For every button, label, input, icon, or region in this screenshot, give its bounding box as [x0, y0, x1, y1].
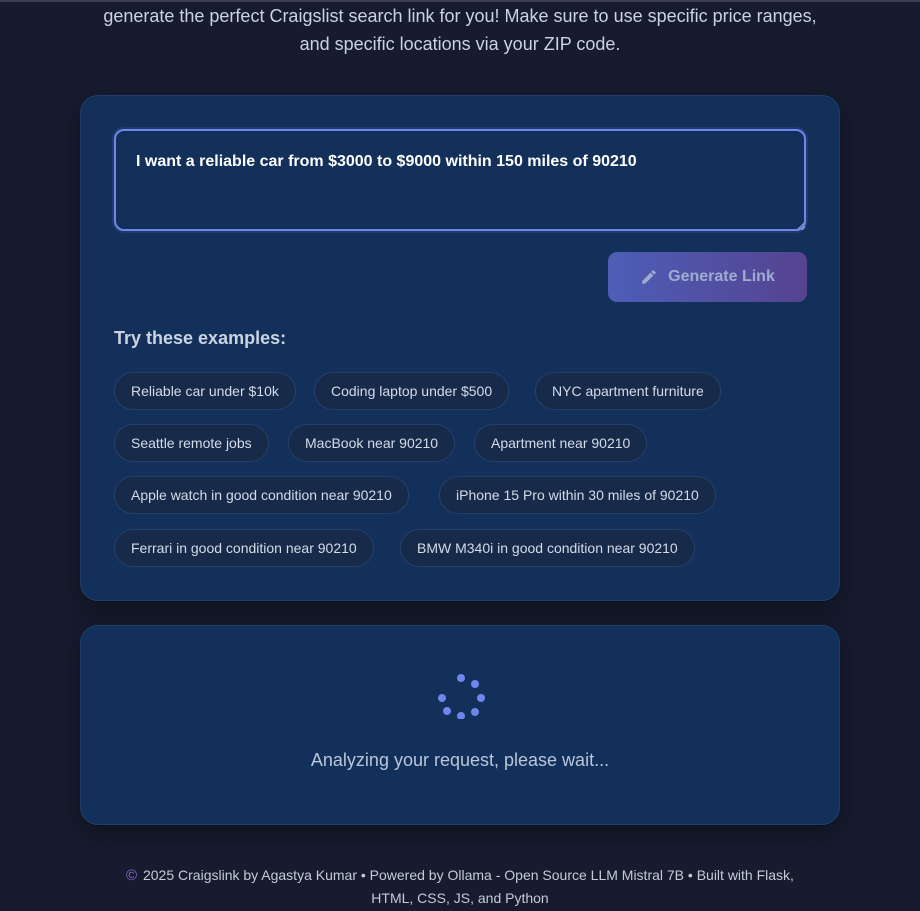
example-chip[interactable]: Seattle remote jobs	[114, 424, 269, 462]
resize-grip-icon[interactable]	[797, 222, 805, 230]
example-chip[interactable]: NYC apartment furniture	[535, 372, 721, 410]
footer-text-1: 2025 Craigslink by Agastya Kumar • Power…	[142, 867, 794, 883]
search-card: I want a reliable car from $3000 to $900…	[80, 95, 840, 601]
example-chip[interactable]: iPhone 15 Pro within 30 miles of 90210	[439, 476, 716, 514]
copyright-icon: ©	[126, 867, 138, 884]
example-chip[interactable]: MacBook near 90210	[288, 424, 456, 462]
example-chip[interactable]: Apple watch in good condition near 90210	[114, 476, 409, 514]
footer: © 2025 Craigslink by Agastya Kumar • Pow…	[60, 864, 860, 909]
loading-card: Analyzing your request, please wait...	[80, 625, 840, 825]
example-chip[interactable]: Reliable car under $10k	[114, 372, 296, 410]
query-textarea[interactable]: I want a reliable car from $3000 to $900…	[114, 129, 806, 231]
examples-title: Try these examples:	[114, 328, 287, 348]
example-chip[interactable]: Apartment near 90210	[474, 424, 648, 462]
footer-line-2: HTML, CSS, JS, and Python	[371, 890, 549, 906]
pencil-icon	[640, 268, 658, 286]
generate-link-label: Generate Link	[668, 268, 775, 285]
loading-text: Analyzing your request, please wait...	[310, 750, 610, 770]
intro-line-2: and specific locations via your ZIP code…	[299, 34, 621, 54]
example-chip[interactable]: Coding laptop under $500	[314, 372, 510, 410]
spinner-icon	[435, 673, 487, 720]
intro-line-1: generate the perfect Craigslist search l…	[103, 6, 817, 26]
example-chip[interactable]: Ferrari in good condition near 90210	[114, 529, 374, 567]
generate-link-button[interactable]: Generate Link	[608, 252, 807, 302]
footer-line-1: © 2025 Craigslink by Agastya Kumar • Pow…	[60, 864, 860, 887]
intro-text: generate the perfect Craigslist search l…	[60, 2, 860, 58]
example-chip[interactable]: BMW M340i in good condition near 90210	[400, 529, 695, 567]
